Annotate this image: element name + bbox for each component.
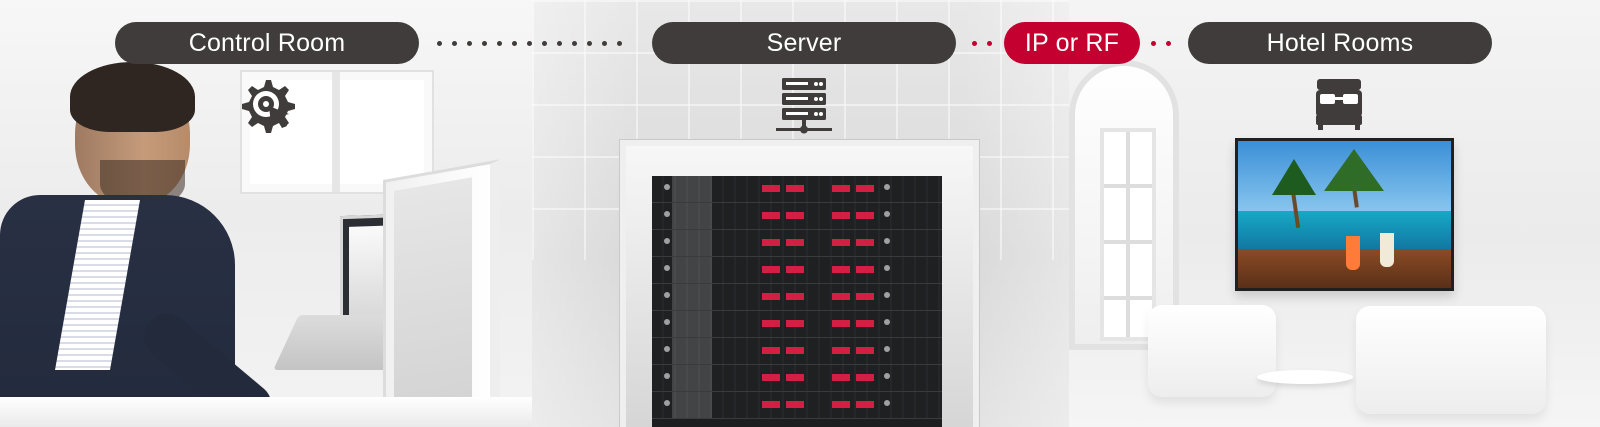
connector-dot — [617, 40, 622, 46]
server-rack — [620, 140, 979, 427]
server-rack-inner — [652, 176, 942, 427]
connector-dot — [602, 40, 607, 46]
server-unit — [652, 311, 942, 338]
connector-dot — [482, 40, 487, 46]
armchair-left — [1148, 305, 1276, 397]
ip-or-rf-label: IP or RF — [1004, 22, 1140, 64]
server-unit — [652, 176, 942, 203]
server-unit — [652, 338, 942, 365]
cocktail-orange — [1346, 236, 1360, 270]
connector-dot — [987, 40, 992, 46]
cocktail-white — [1380, 233, 1394, 267]
ip-or-rf-label-text: IP or RF — [1024, 28, 1120, 57]
tv-pool — [1238, 211, 1451, 249]
desktop-monitor — [383, 159, 500, 427]
tv-deck — [1238, 249, 1451, 288]
connector-dot — [972, 40, 977, 46]
server-unit — [652, 203, 942, 230]
server-label: Server — [652, 22, 956, 64]
coffee-table — [1257, 370, 1353, 384]
tall-window — [1100, 128, 1156, 341]
gear-cursor-icon — [237, 76, 295, 136]
server-label-text: Server — [766, 28, 842, 57]
server-unit — [652, 230, 942, 257]
connector-dots-right — [1151, 22, 1171, 64]
server-unit — [652, 257, 942, 284]
connector-dot — [587, 40, 592, 46]
hotel-rooms-label-text: Hotel Rooms — [1266, 28, 1414, 57]
connector-dot — [557, 40, 562, 46]
connector-dot — [572, 40, 577, 46]
hotel-rooms-label: Hotel Rooms — [1188, 22, 1492, 64]
control-room-label-text: Control Room — [188, 28, 346, 57]
person-hair — [70, 62, 195, 132]
connector-dot — [1151, 40, 1156, 46]
connector-dot — [512, 40, 517, 46]
server-stack-icon — [776, 76, 832, 134]
connector-dots-middle — [972, 22, 992, 64]
armchair-right — [1356, 306, 1546, 414]
server-unit — [652, 392, 942, 419]
connector-dot — [497, 40, 502, 46]
connector-dot — [1166, 40, 1171, 46]
connector-dot — [452, 40, 457, 46]
connector-dot — [527, 40, 532, 46]
bed-icon — [1312, 77, 1366, 131]
connector-dots-left — [437, 22, 622, 64]
server-unit — [652, 284, 942, 311]
connector-dot — [467, 40, 472, 46]
server-unit — [652, 365, 942, 392]
palm-left — [1272, 159, 1316, 195]
palm-right — [1324, 149, 1384, 191]
control-room-label: Control Room — [115, 22, 419, 64]
desk-surface — [0, 397, 532, 427]
connector-dot — [542, 40, 547, 46]
operator-person — [0, 62, 280, 427]
hero-banner: Control Room Server IP or RF Hotel Rooms — [0, 0, 1600, 427]
wall-tv — [1235, 138, 1454, 291]
connector-dot — [437, 40, 442, 46]
